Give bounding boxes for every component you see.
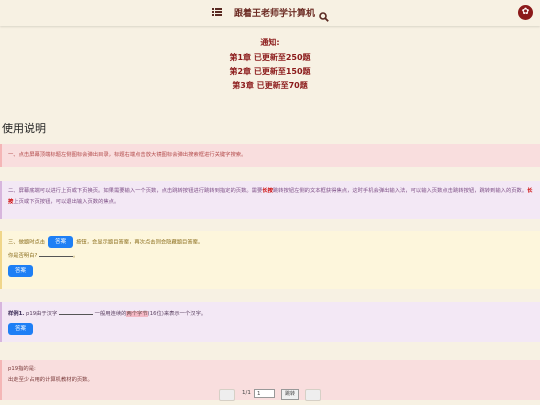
instruction-card-3: 三、做题时点击 答案 按钮，会显示题目答案，再次点击则会隐藏题目答案。 你是否明白?…: [0, 231, 540, 289]
notice-line: 第2章 已更新至150题: [229, 67, 311, 76]
answer-blank: [38, 249, 73, 257]
instruction-text: 三、做题时点击: [8, 239, 46, 246]
punctuation: 。: [72, 252, 79, 259]
answer-button-inline[interactable]: 答案: [48, 236, 74, 248]
example-text: p19由于汉字: [25, 311, 58, 317]
notice-panel: 通知: 第1章 已更新至250题 第2章 已更新至150题 第3章 已更新至70…: [0, 36, 540, 93]
menu-icon[interactable]: [212, 7, 222, 17]
search-icon[interactable]: [319, 7, 329, 22]
instruction-text: 上页或下页按钮，可以退出输入页数的焦点。: [13, 199, 120, 205]
instruction-text: 一、点击屏幕顶端标题左侧图标会弹出目录，标题右端点击放大镜图标会弹出搜索框进行关…: [8, 152, 247, 158]
notice-line: 第1章 已更新至250题: [229, 53, 311, 62]
pager: 1/1 1 跳转: [219, 389, 321, 401]
example-label: 样例1.: [8, 311, 25, 317]
instruction-text: 按钮，会显示题目答案，再次点击则会隐藏题目答案。: [76, 239, 204, 246]
notice-title: 通知:: [260, 38, 280, 47]
notice-line: 第3章 已更新至70题: [232, 81, 308, 90]
highlighted-answer: 两个字节: [126, 311, 148, 317]
question-text: p19指的是:: [8, 366, 36, 372]
next-page-button[interactable]: [305, 389, 321, 401]
answer-blank: [58, 307, 93, 315]
instruction-card-2: 二、屏幕底端可以进行上页或下页换页。如果需要输入一个页数，点击跳转按钮进行跳转到…: [0, 181, 540, 219]
question-text: 出走至少占用的计算机教材的页数。: [8, 377, 93, 383]
answer-button[interactable]: 答案: [8, 323, 34, 335]
example-text: 一般用连续的: [94, 311, 127, 317]
prev-page-button[interactable]: [219, 389, 235, 401]
emphasis-text: 长按: [262, 188, 273, 194]
instruction-text: 跳转按钮左侧的文本框获得焦点，这时手机会弹出输入法，可以输入页数点击跳转按钮，跳…: [272, 188, 528, 194]
jump-button[interactable]: 跳转: [281, 389, 299, 400]
gear-icon[interactable]: ✿: [518, 5, 533, 20]
question-text: 你是否明白?: [8, 252, 38, 259]
top-bar: 跟着王老师学计算机 ✿: [0, 0, 540, 26]
example-text: (16位)来表示一个汉字。: [147, 311, 207, 317]
section-title: 使用说明: [2, 122, 46, 135]
instruction-text: 二、屏幕底端可以进行上页或下页换页。如果需要输入一个页数，点击跳转按钮进行跳转到…: [8, 188, 263, 194]
instruction-card-1: 一、点击屏幕顶端标题左侧图标会弹出目录，标题右端点击放大镜图标会弹出搜索框进行关…: [0, 144, 540, 167]
page-indicator: 1/1: [242, 390, 251, 396]
page-title: 跟着王老师学计算机: [234, 9, 316, 19]
example-card: 样例1. p19由于汉字 一般用连续的两个字节(16位)来表示一个汉字。 答案: [0, 302, 540, 342]
page-input[interactable]: 1: [254, 389, 275, 398]
answer-button[interactable]: 答案: [8, 264, 34, 277]
